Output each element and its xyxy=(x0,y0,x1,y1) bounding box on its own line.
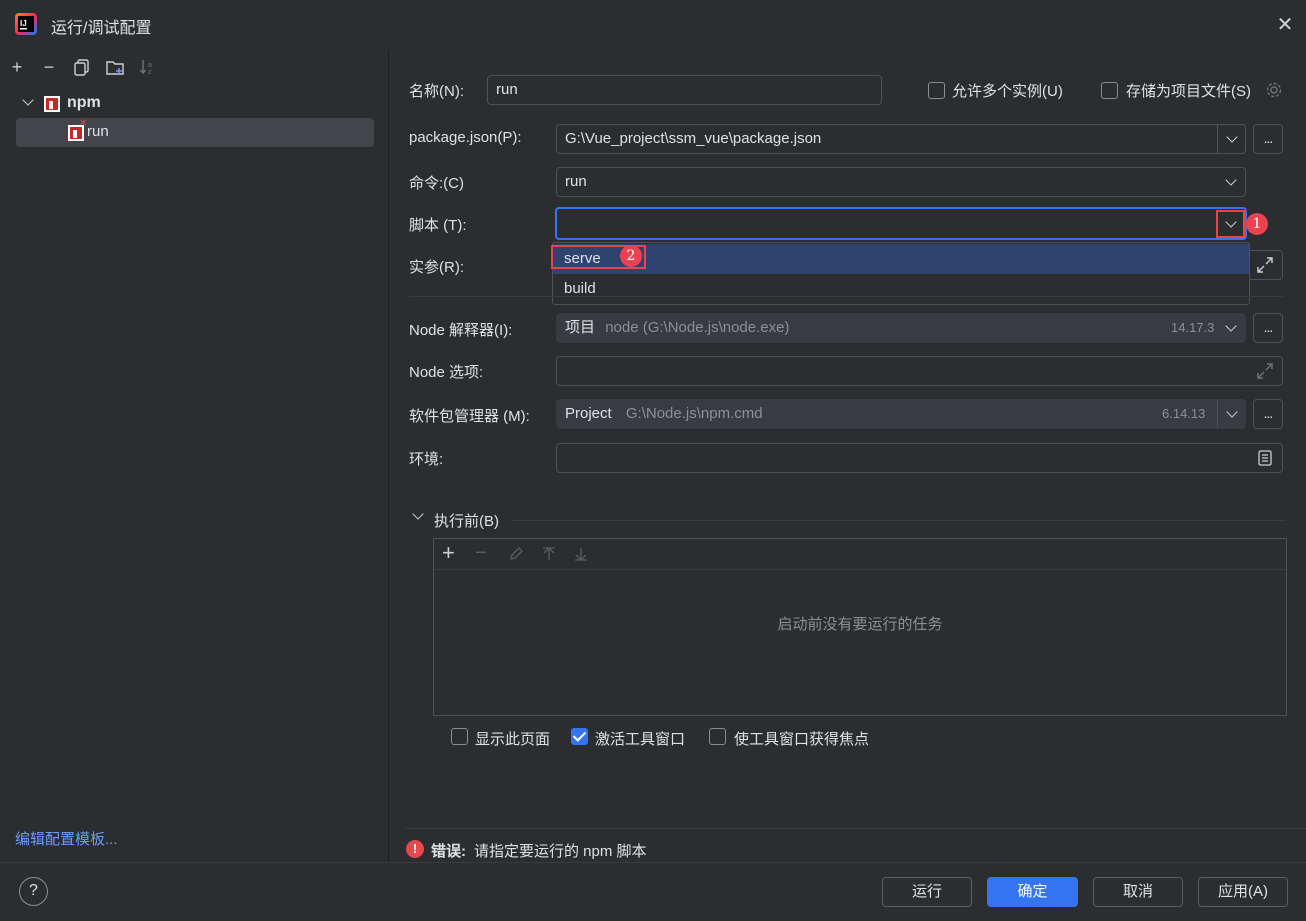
svg-text:a: a xyxy=(148,62,152,69)
node-interpreter-dropdown-arrow[interactable] xyxy=(1217,314,1245,342)
script-option-serve[interactable]: serve xyxy=(553,244,1249,274)
script-dropdown-arrow[interactable] xyxy=(1216,210,1245,238)
package-manager-combo[interactable]: Project G:\Node.js\npm.cmd 6.14.13 xyxy=(556,399,1246,429)
env-input[interactable] xyxy=(556,443,1283,473)
show-page-checkbox[interactable] xyxy=(451,728,468,745)
move-up-icon xyxy=(543,547,555,560)
args-label: 实参(R): xyxy=(409,259,464,276)
package-json-dropdown-arrow[interactable] xyxy=(1217,125,1245,153)
package-json-combo[interactable]: G:\Vue_project\ssm_vue\package.json xyxy=(556,124,1246,154)
error-prefix: 错误: xyxy=(431,843,466,860)
before-launch-empty-text: 启动前没有要运行的任务 xyxy=(777,616,943,633)
chevron-down-icon xyxy=(1225,174,1237,186)
run-button[interactable]: 运行 xyxy=(882,877,972,907)
section-divider xyxy=(409,296,1283,297)
store-as-file-checkbox[interactable] xyxy=(1101,82,1118,99)
add-icon[interactable]: + xyxy=(7,57,27,77)
package-manager-label: 软件包管理器 (M): xyxy=(409,408,530,425)
edit-templates-link[interactable]: 编辑配置模板... xyxy=(15,828,118,849)
window-title: 运行/调试配置 xyxy=(51,20,152,37)
remove-icon[interactable]: − xyxy=(39,57,59,77)
annotation-badge-2: 2 xyxy=(620,245,642,267)
error-message: 请指定要运行的 npm 脚本 xyxy=(474,843,647,860)
gear-icon[interactable] xyxy=(1265,81,1283,99)
allow-multiple-label: 允许多个实例(U) xyxy=(952,83,1063,100)
focus-window-label: 使工具窗口获得焦点 xyxy=(734,731,870,748)
chevron-down-icon xyxy=(1224,216,1237,228)
section-divider xyxy=(512,520,1286,521)
before-launch-header[interactable]: 执行前(B) xyxy=(434,510,499,531)
expand-icon[interactable] xyxy=(1256,256,1274,274)
package-manager-dropdown-arrow[interactable] xyxy=(1217,400,1245,428)
title-bar xyxy=(0,0,1306,50)
node-interpreter-path: node (G:\Node.js\node.exe) xyxy=(605,319,790,336)
package-json-label: package.json(P): xyxy=(409,129,522,146)
chevron-down-icon[interactable] xyxy=(412,508,424,520)
tree-item-label: run xyxy=(87,123,109,140)
config-tree-panel: + − a z npm ✕ run 编辑配置模板... xyxy=(0,50,389,862)
node-interpreter-label: Node 解释器(I): xyxy=(409,322,513,339)
node-options-input[interactable] xyxy=(556,356,1283,386)
move-down-icon xyxy=(575,548,587,561)
chevron-down-icon xyxy=(1225,320,1237,332)
activate-window-label: 激活工具窗口 xyxy=(595,731,686,748)
sort-icon[interactable]: a z xyxy=(139,58,157,76)
package-manager-version: 6.14.13 xyxy=(1162,406,1206,421)
svg-text:IJ: IJ xyxy=(20,19,27,28)
intellij-logo-icon: IJ xyxy=(15,13,37,35)
svg-text:z: z xyxy=(148,69,152,76)
node-interpreter-combo[interactable]: 项目 node (G:\Node.js\node.exe) 14.17.3 xyxy=(556,313,1246,343)
new-folder-icon[interactable] xyxy=(105,57,125,77)
cancel-button[interactable]: 取消 xyxy=(1093,877,1183,907)
script-option-build[interactable]: build xyxy=(553,274,1249,304)
package-manager-path: G:\Node.js\npm.cmd xyxy=(625,405,763,422)
annotation-badge-1: 1 xyxy=(1246,213,1268,235)
help-icon[interactable]: ? xyxy=(19,877,48,906)
script-combo[interactable] xyxy=(555,207,1247,240)
ok-button[interactable]: 确定 xyxy=(987,877,1078,907)
focus-window-checkbox[interactable] xyxy=(709,728,726,745)
remove-icon: − xyxy=(475,542,487,564)
before-launch-toolbar: + − xyxy=(434,539,1286,570)
name-input[interactable]: run xyxy=(487,75,882,105)
command-combo[interactable]: run xyxy=(556,167,1246,197)
script-label: 脚本 (T): xyxy=(409,217,467,234)
tree-item-label: npm xyxy=(67,94,101,111)
chevron-down-icon[interactable] xyxy=(22,94,34,106)
tree-item-run[interactable]: ✕ run xyxy=(16,118,374,147)
command-value: run xyxy=(565,173,587,190)
error-divider xyxy=(405,828,1306,829)
footer-divider xyxy=(0,862,1306,863)
expand-icon[interactable] xyxy=(1256,362,1274,380)
chevron-down-icon xyxy=(1225,131,1238,143)
before-launch-list: + − 启动前没有要运行的任务 xyxy=(433,538,1287,716)
env-label: 环境: xyxy=(409,451,444,468)
document-icon[interactable] xyxy=(1256,449,1274,467)
apply-button[interactable]: 应用(A) xyxy=(1198,877,1288,907)
browse-package-manager-button[interactable]: ... xyxy=(1253,399,1283,429)
name-label: 名称(N): xyxy=(409,83,464,100)
close-icon[interactable]: ✕ xyxy=(1272,12,1298,38)
browse-package-json-button[interactable]: ... xyxy=(1253,124,1283,154)
chevron-down-icon xyxy=(1225,406,1238,418)
browse-node-interpreter-button[interactable]: ... xyxy=(1253,313,1283,343)
copy-icon[interactable] xyxy=(73,58,91,76)
add-icon[interactable]: + xyxy=(442,542,455,564)
npm-icon xyxy=(44,96,60,112)
package-json-value: G:\Vue_project\ssm_vue\package.json xyxy=(565,130,822,147)
show-page-label: 显示此页面 xyxy=(475,731,551,748)
node-interpreter-version: 14.17.3 xyxy=(1171,320,1215,335)
activate-window-checkbox[interactable] xyxy=(571,728,588,745)
error-icon: ! xyxy=(406,840,424,858)
node-interpreter-kind: 项目 xyxy=(565,319,596,336)
command-dropdown-arrow[interactable] xyxy=(1217,168,1245,196)
command-label: 命令:(C) xyxy=(409,175,464,192)
store-as-file-label: 存储为项目文件(S) xyxy=(1126,83,1251,100)
allow-multiple-checkbox[interactable] xyxy=(928,82,945,99)
tree-item-npm[interactable]: npm xyxy=(16,91,374,117)
package-manager-kind: Project xyxy=(565,405,612,422)
script-option-label: build xyxy=(564,280,596,297)
node-options-label: Node 选项: xyxy=(409,364,484,381)
edit-icon xyxy=(510,547,523,560)
